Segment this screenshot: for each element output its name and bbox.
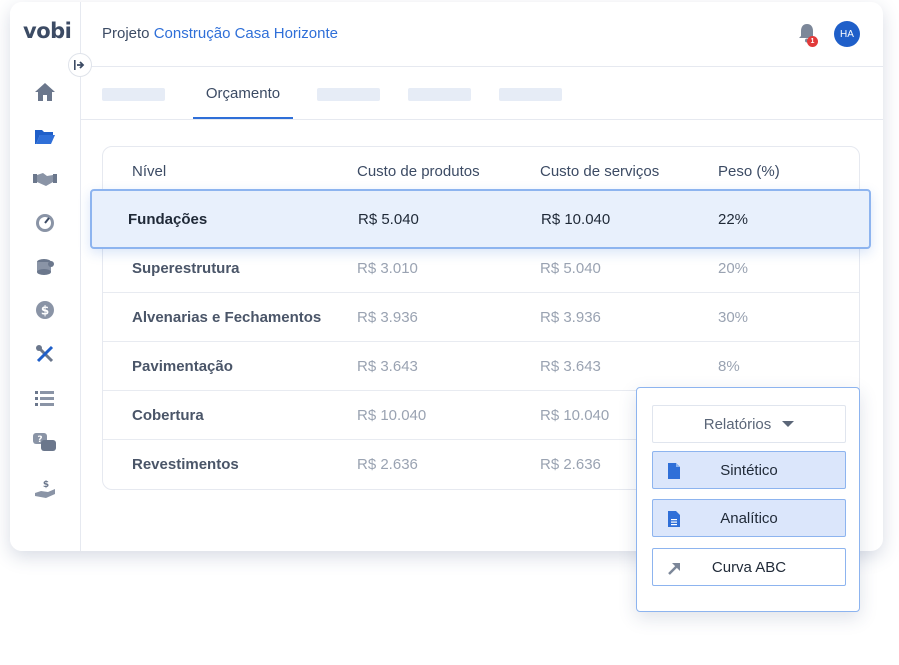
product-cost: R$ 3.936: [357, 308, 418, 326]
tab-placeholder[interactable]: [102, 88, 165, 101]
tab-placeholder[interactable]: [317, 88, 380, 101]
service-cost: R$ 5.040: [540, 259, 601, 277]
app-logo[interactable]: vobi: [23, 19, 72, 43]
document-icon: [667, 463, 681, 479]
analytic-report-button[interactable]: Analítico: [652, 499, 846, 537]
svg-text:?: ?: [37, 435, 42, 445]
tab-orcamento[interactable]: Orçamento: [193, 67, 293, 119]
svg-text:$: $: [41, 304, 49, 318]
service-cost: R$ 10.040: [541, 210, 611, 228]
arrow-up-right-icon: [667, 560, 681, 576]
caret-down-icon: [782, 421, 795, 427]
abc-curve-report-button[interactable]: Curva ABC: [652, 548, 846, 586]
sidebar: vobi $ ? $: [10, 2, 81, 551]
coins-icon[interactable]: [32, 254, 58, 280]
dollar-icon[interactable]: $: [32, 297, 58, 323]
column-header[interactable]: Nível: [132, 147, 166, 195]
product-cost: R$ 2.636: [357, 455, 418, 473]
hand-money-icon[interactable]: $: [32, 476, 58, 502]
table-row[interactable]: Alvenarias e Fechamentos R$ 3.936 R$ 3.9…: [103, 292, 859, 341]
analytic-report-label: Analítico: [720, 509, 778, 527]
product-cost: R$ 3.010: [357, 259, 418, 277]
reports-popup: Relatórios Sintético Analítico Curva ABC: [636, 387, 860, 612]
table-row[interactable]: Pavimentação R$ 3.643 R$ 3.643 8%: [103, 341, 859, 390]
reports-dropdown[interactable]: Relatórios: [652, 405, 846, 443]
weight-percent: 22%: [718, 210, 749, 228]
home-icon[interactable]: [32, 79, 58, 105]
user-avatar[interactable]: HA: [834, 21, 860, 47]
table-header-row: Nível Custo de produtos Custo de serviço…: [103, 147, 859, 195]
tab-placeholder[interactable]: [408, 88, 471, 101]
level-name: Alvenarias e Fechamentos: [132, 308, 322, 326]
column-header[interactable]: Custo de produtos: [357, 147, 480, 195]
product-cost: R$ 3.643: [357, 357, 418, 375]
top-header: Projeto Construção Casa Horizonte 1 HA: [81, 2, 883, 67]
active-tab-indicator: [193, 117, 293, 119]
tab-placeholder[interactable]: [499, 88, 562, 101]
service-cost: R$ 3.643: [540, 357, 601, 375]
table-row-selected[interactable]: Fundações R$ 5.040 R$ 10.040 22%: [90, 189, 871, 249]
service-cost: R$ 10.040: [540, 406, 610, 424]
folder-icon[interactable]: [32, 123, 58, 149]
tab-bar: Orçamento: [81, 67, 883, 120]
weight-percent: 20%: [718, 259, 749, 277]
table-row[interactable]: Superestrutura R$ 3.010 R$ 5.040 20%: [103, 243, 859, 292]
service-cost: R$ 3.936: [540, 308, 601, 326]
level-name: Pavimentação: [132, 357, 233, 375]
level-name: Cobertura: [132, 406, 204, 424]
tools-icon[interactable]: [32, 341, 58, 367]
level-name: Superestrutura: [132, 259, 240, 277]
list-icon[interactable]: [32, 385, 58, 411]
reports-dropdown-label: Relatórios: [703, 415, 772, 433]
product-cost: R$ 5.040: [358, 210, 419, 228]
handshake-icon[interactable]: [32, 166, 58, 192]
breadcrumb: Projeto Construção Casa Horizonte: [102, 25, 338, 42]
project-name-link[interactable]: Construção Casa Horizonte: [154, 25, 338, 42]
level-name: Fundações: [128, 210, 208, 228]
synthetic-report-button[interactable]: Sintético: [652, 451, 846, 489]
service-cost: R$ 2.636: [540, 455, 601, 473]
column-header[interactable]: Peso (%): [718, 147, 780, 195]
weight-percent: 30%: [718, 308, 749, 326]
svg-text:$: $: [43, 480, 49, 490]
document-lines-icon: [667, 511, 681, 527]
product-cost: R$ 10.040: [357, 406, 427, 424]
level-name: Revestimentos: [132, 455, 239, 473]
chat-icon[interactable]: ?: [32, 430, 58, 456]
weight-percent: 8%: [718, 357, 740, 375]
breadcrumb-prefix: Projeto: [102, 25, 150, 42]
synthetic-report-label: Sintético: [720, 461, 778, 479]
collapse-sidebar-button[interactable]: [68, 53, 92, 77]
notification-badge: 1: [807, 36, 818, 47]
abc-curve-report-label: Curva ABC: [711, 558, 787, 576]
column-header[interactable]: Custo de serviços: [540, 147, 659, 195]
gauge-icon[interactable]: [32, 210, 58, 236]
